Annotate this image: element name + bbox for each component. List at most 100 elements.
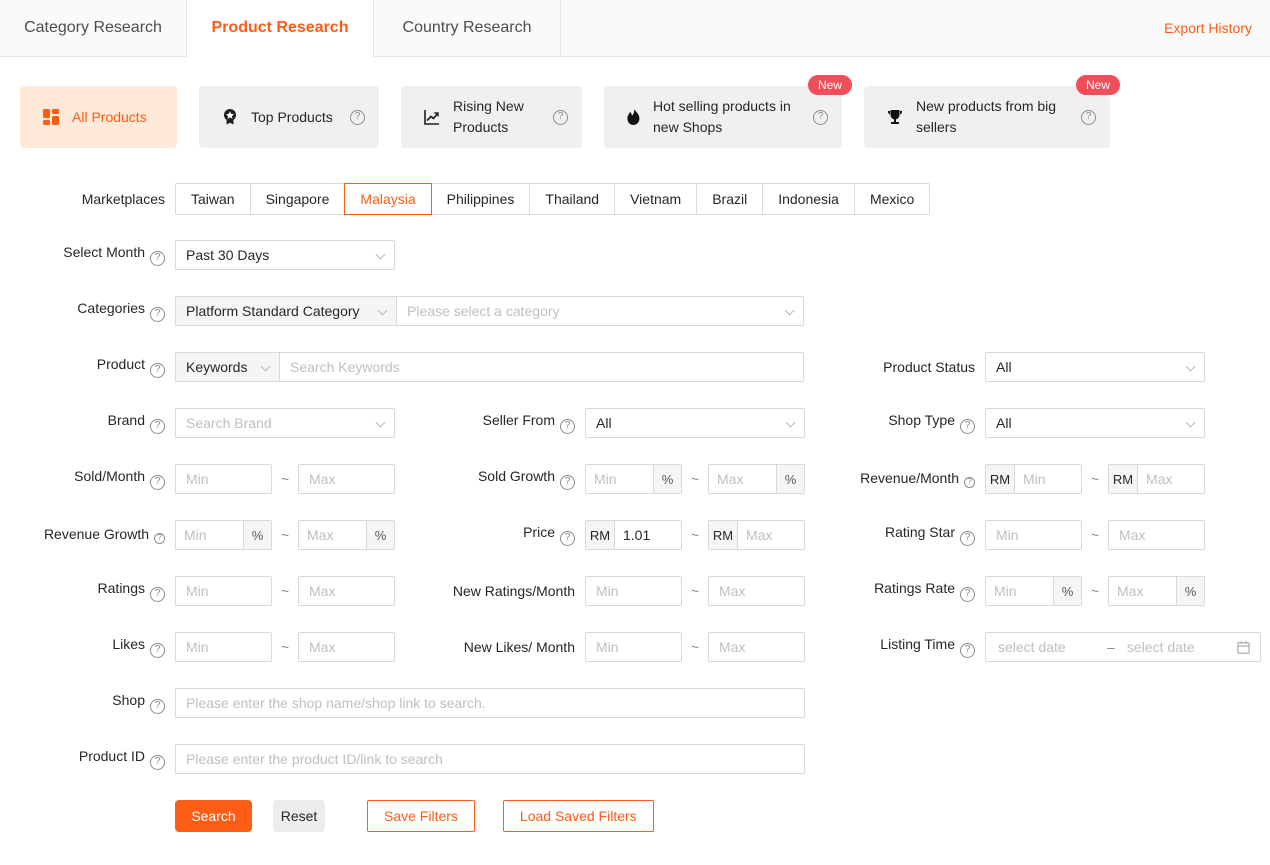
help-icon[interactable] [154,532,165,544]
card-hot-selling-new-shops[interactable]: New Hot selling products in new Shops [604,75,852,148]
help-icon[interactable] [560,418,575,434]
marketplace-singapore[interactable]: Singapore [249,183,346,215]
new-likes-month-min-input[interactable] [585,632,682,662]
marketplace-vietnam[interactable]: Vietnam [614,183,698,215]
card-top-products[interactable]: Top Products [199,86,379,148]
sold-growth-min-input[interactable] [586,465,653,493]
help-icon[interactable] [150,474,165,490]
help-icon[interactable] [150,306,165,322]
tab-label: Category Research [24,19,162,36]
product-keywords-input[interactable] [279,352,804,382]
chart-rising-icon [423,108,441,126]
revenue-month-min-input[interactable] [1015,465,1081,493]
tab-country-research[interactable]: Country Research [374,0,561,56]
filter-row-shop: Shop [20,688,1250,718]
help-icon[interactable] [960,642,975,658]
likes-label: Likes [112,636,145,653]
new-ratings-month-label: New Ratings/Month [452,583,575,599]
revenue-growth-max-box: % [298,520,395,550]
revenue-growth-min-input[interactable] [176,521,243,549]
new-likes-month-max-input[interactable] [708,632,805,662]
marketplace-group: Taiwan Singapore Malaysia Philippines Th… [175,183,931,215]
help-icon[interactable] [150,362,165,378]
product-status-dropdown[interactable]: All [985,352,1205,382]
help-icon[interactable] [553,109,568,125]
chevron-down-icon [1185,417,1196,428]
help-icon[interactable] [560,474,575,490]
help-icon[interactable] [350,109,365,125]
marketplace-thailand[interactable]: Thailand [529,183,616,215]
end-date-placeholder: select date [1126,639,1195,655]
category-select-dropdown[interactable]: Please select a category [396,296,804,326]
export-history-link[interactable]: Export History [1164,20,1252,36]
seller-from-label: Seller From [482,412,555,429]
revenue-month-max-box: RM [1108,464,1205,494]
likes-max-input[interactable] [298,632,395,662]
marketplace-brazil[interactable]: Brazil [696,183,764,215]
card-label: Rising New Products [453,98,524,135]
marketplace-indonesia[interactable]: Indonesia [762,183,855,215]
tab-label: Product Research [211,19,349,36]
ratings-rate-min-input[interactable] [986,577,1053,605]
card-all-products[interactable]: All Products [20,86,177,148]
price-min-input[interactable] [615,521,681,549]
search-button[interactable]: Search [175,800,252,832]
marketplace-philippines[interactable]: Philippines [430,183,531,215]
select-month-dropdown[interactable]: Past 30 Days [175,240,395,270]
product-id-input[interactable] [175,744,805,774]
marketplace-taiwan[interactable]: Taiwan [175,183,251,215]
product-search-type-dropdown[interactable]: Keywords [175,352,280,382]
help-icon[interactable] [150,250,165,266]
sold-growth-max-input[interactable] [709,465,776,493]
sold-month-max-input[interactable] [298,464,395,494]
shop-input[interactable] [175,688,805,718]
new-ratings-month-max-input[interactable] [708,576,805,606]
revenue-growth-max-input[interactable] [299,521,366,549]
price-max-box: RM [708,520,805,550]
price-max-input[interactable] [738,521,804,549]
listing-time-range-picker[interactable]: select date – select date [985,632,1261,662]
calendar-icon [1236,640,1251,655]
help-icon[interactable] [1081,109,1096,125]
ratings-min-input[interactable] [175,576,272,606]
tab-product-research[interactable]: Product Research [187,0,374,57]
ratings-rate-max-input[interactable] [1109,577,1176,605]
help-icon[interactable] [150,754,165,770]
new-ratings-month-min-input[interactable] [585,576,682,606]
help-icon[interactable] [960,586,975,602]
load-saved-filters-button[interactable]: Load Saved Filters [502,800,654,832]
chevron-down-icon [260,361,271,372]
rating-star-min-input[interactable] [985,520,1082,550]
likes-min-input[interactable] [175,632,272,662]
sold-month-min-input[interactable] [175,464,272,494]
save-filters-button[interactable]: Save Filters [367,800,475,832]
shop-type-dropdown[interactable]: All [985,408,1205,438]
percent-suffix: % [243,521,271,549]
category-type-dropdown[interactable]: Platform Standard Category [175,296,397,326]
card-rising-new-products[interactable]: Rising New Products [401,86,582,148]
marketplaces-label: Marketplaces [81,191,165,207]
help-icon[interactable] [560,530,575,546]
help-icon[interactable] [964,476,975,488]
ratings-rate-max-box: % [1108,576,1205,606]
chevron-down-icon [784,305,795,316]
reset-button[interactable]: Reset [273,800,325,832]
help-icon[interactable] [150,586,165,602]
rating-star-max-input[interactable] [1108,520,1205,550]
help-icon[interactable] [960,530,975,546]
tab-category-research[interactable]: Category Research [0,0,187,56]
ratings-max-input[interactable] [298,576,395,606]
product-type-cards: All Products Top Products Ris [20,75,1250,148]
brand-dropdown[interactable]: Search Brand [175,408,395,438]
card-new-products-big-sellers[interactable]: New New products from big sellers [864,75,1120,148]
marketplace-mexico[interactable]: Mexico [853,183,931,215]
help-icon[interactable] [150,642,165,658]
help-icon[interactable] [960,418,975,434]
seller-from-dropdown[interactable]: All [585,408,805,438]
marketplace-malaysia[interactable]: Malaysia [344,183,432,215]
help-icon[interactable] [150,418,165,434]
help-icon[interactable] [813,109,828,125]
help-icon[interactable] [150,698,165,714]
chevron-down-icon [375,417,386,428]
revenue-month-max-input[interactable] [1138,465,1204,493]
